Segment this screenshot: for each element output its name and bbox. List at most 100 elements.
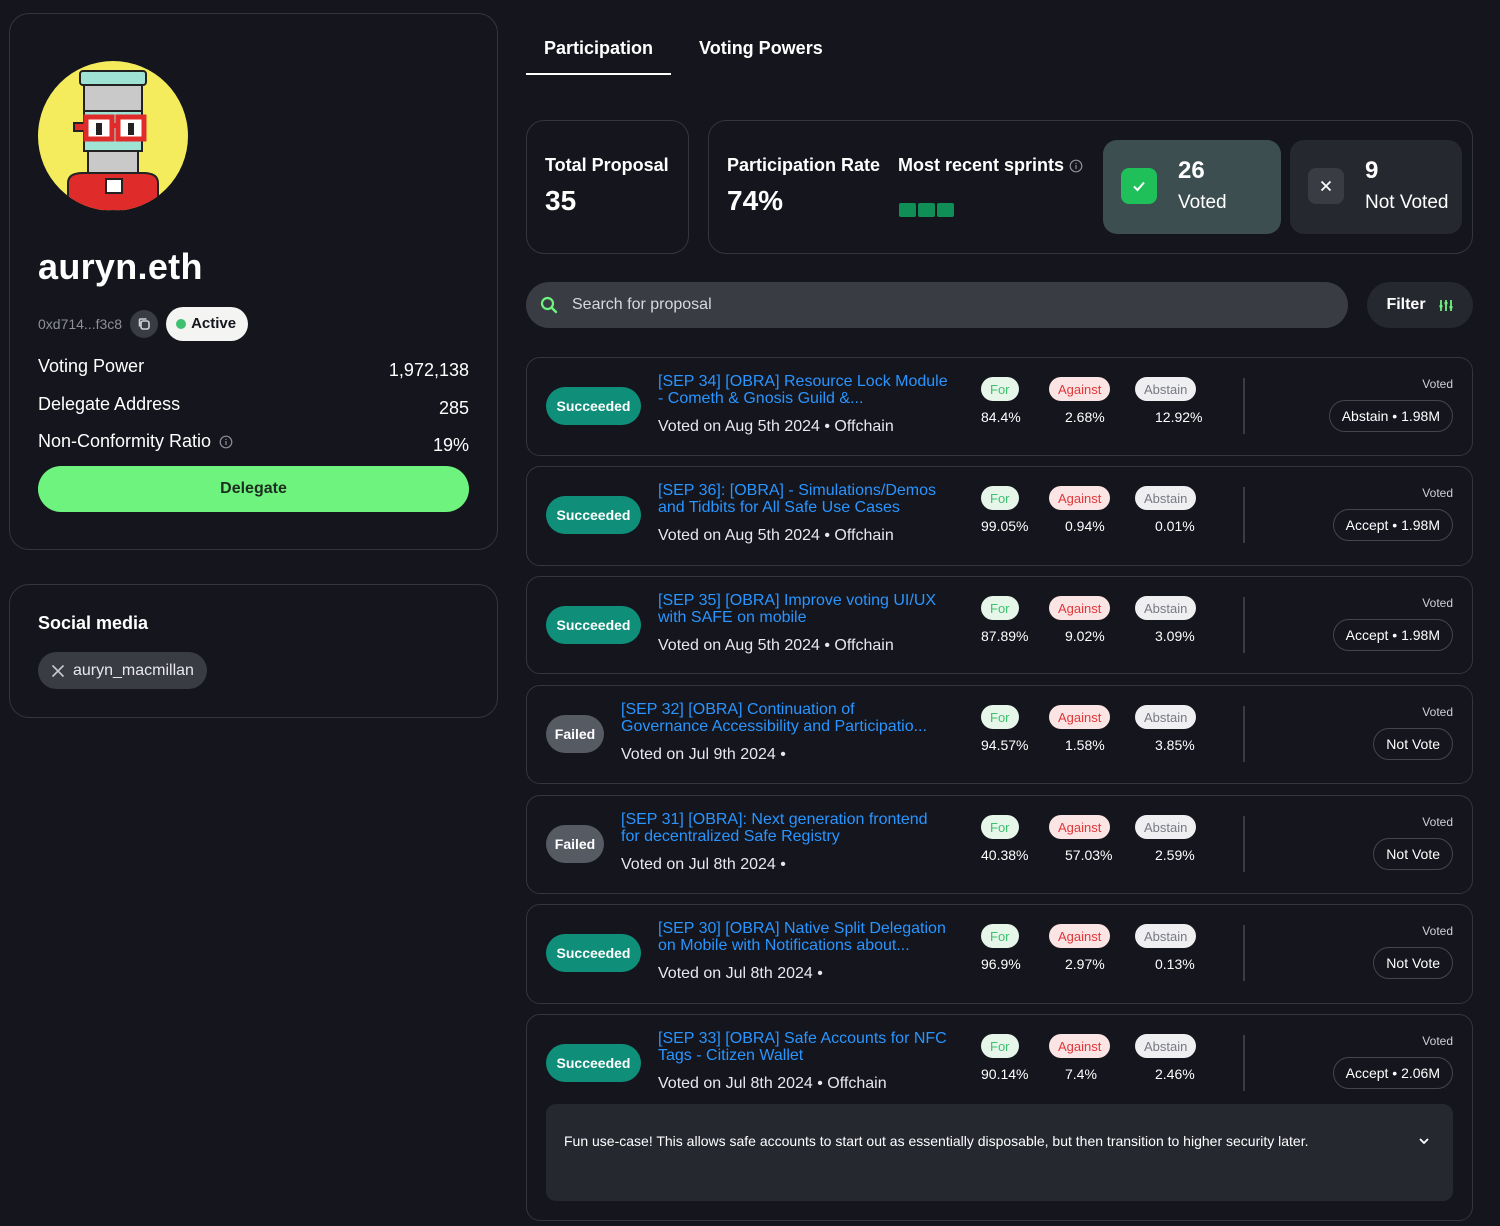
- abstain-label: Abstain: [1135, 924, 1197, 948]
- social-handle-chip[interactable]: auryn_macmillan: [38, 652, 207, 689]
- recent-sprints-bars: [899, 203, 954, 217]
- social-handle: auryn_macmillan: [73, 661, 194, 679]
- against-label: Against: [1049, 705, 1111, 729]
- proposal-status-badge: Succeeded: [546, 387, 641, 425]
- status-badge: Active: [166, 307, 249, 341]
- for-percent: 99.05%: [981, 518, 1029, 534]
- proposal-row[interactable]: Succeeded [SEP 33] [OBRA] Safe Accounts f…: [526, 1014, 1473, 1221]
- participation-rate-value: 74%: [727, 185, 784, 216]
- row-divider: [1243, 487, 1245, 543]
- delegate-button[interactable]: Delegate: [38, 466, 469, 512]
- wallet-address: 0xd714...f3c8: [38, 316, 123, 332]
- search-icon: [540, 296, 558, 314]
- info-icon[interactable]: [219, 435, 233, 449]
- against-percent: 9.02%: [1065, 628, 1105, 644]
- proposal-row[interactable]: Failed [SEP 31] [OBRA]: Next generation f…: [526, 795, 1473, 894]
- sprint-bar: [899, 203, 916, 217]
- proposal-meta: Voted on Aug 5th 2024 • Offchain: [658, 637, 894, 654]
- voted-caption: Voted: [1422, 486, 1453, 500]
- voted-count: 26: [1178, 157, 1205, 184]
- for-percent: 84.4%: [981, 409, 1021, 425]
- info-icon[interactable]: [1069, 159, 1083, 173]
- for-percent: 87.89%: [981, 628, 1029, 644]
- proposal-meta: Voted on Jul 8th 2024 • Offchain: [658, 1075, 887, 1092]
- proposal-title-link[interactable]: [SEP 31] [OBRA]: Next generation fronten…: [621, 811, 928, 845]
- not-voted-label: Not Voted: [1365, 192, 1449, 213]
- against-label: Against: [1049, 377, 1111, 401]
- row-divider: [1243, 597, 1245, 653]
- vote-choice-chip: Abstain • 1.98M: [1328, 400, 1453, 432]
- proposal-status-badge: Succeeded: [546, 1044, 641, 1082]
- proposal-row[interactable]: Succeeded [SEP 30] [OBRA] Native Split De…: [526, 904, 1473, 1004]
- against-label: Against: [1049, 924, 1111, 948]
- for-label: For: [981, 924, 1019, 948]
- voted-caption: Voted: [1422, 815, 1453, 829]
- total-proposal-label: Total Proposal: [545, 155, 669, 175]
- vote-comment: Fun use-case! This allows safe accounts …: [546, 1104, 1453, 1201]
- voted-caption: Voted: [1422, 596, 1453, 610]
- search-input[interactable]: [572, 296, 1272, 314]
- row-divider: [1243, 378, 1245, 434]
- participation-rate-label: Participation Rate: [727, 155, 881, 175]
- proposal-meta: Voted on Jul 8th 2024 •: [658, 965, 823, 982]
- proposal-row[interactable]: Failed [SEP 32] [OBRA] Continuation of Go…: [526, 685, 1473, 784]
- proposal-title-link[interactable]: [SEP 36]: [OBRA] - Simulations/Demos and…: [658, 482, 936, 516]
- not-voted-x-icon: [1308, 168, 1344, 204]
- stat-value: 19%: [432, 435, 469, 455]
- vote-choice-chip: Accept • 2.06M: [1332, 1057, 1453, 1089]
- x-logo-icon: [51, 664, 65, 677]
- proposal-title-link[interactable]: [SEP 34] [OBRA] Resource Lock Module - C…: [658, 373, 948, 407]
- row-divider: [1243, 925, 1245, 981]
- abstain-percent: 2.59%: [1155, 847, 1195, 863]
- voted-caption: Voted: [1422, 705, 1453, 719]
- proposal-row[interactable]: Succeeded [SEP 34] [OBRA] Resource Lock M…: [526, 357, 1473, 456]
- abstain-percent: 0.01%: [1155, 518, 1195, 534]
- against-percent: 57.03%: [1065, 847, 1113, 863]
- avatar: [38, 61, 188, 211]
- copy-icon: [138, 318, 150, 330]
- vote-choice-chip: Not Vote: [1373, 947, 1453, 979]
- proposal-title-link[interactable]: [SEP 35] [OBRA] Improve voting UI/UX wit…: [658, 592, 936, 626]
- chevron-down-icon[interactable]: [1417, 1134, 1431, 1148]
- proposal-row[interactable]: Succeeded [SEP 36]: [OBRA] - Simulations/…: [526, 466, 1473, 566]
- voted-caption: Voted: [1422, 377, 1453, 391]
- stat-label: Delegate Address: [38, 394, 181, 414]
- abstain-percent: 0.13%: [1155, 956, 1195, 972]
- copy-address-button[interactable]: [130, 310, 159, 338]
- proposal-row[interactable]: Succeeded [SEP 35] [OBRA] Improve voting …: [526, 576, 1473, 674]
- proposal-status-badge: Succeeded: [546, 496, 641, 534]
- search-bar: [526, 282, 1348, 328]
- voted-caption: Voted: [1422, 1034, 1453, 1048]
- proposal-title-link[interactable]: [SEP 32] [OBRA] Continuation of Governan…: [621, 701, 927, 735]
- against-percent: 2.68%: [1065, 409, 1105, 425]
- vote-comment-text: Fun use-case! This allows safe accounts …: [564, 1133, 1309, 1149]
- not-voted-summary: 9 Not Voted: [1290, 140, 1462, 234]
- against-percent: 2.97%: [1065, 956, 1105, 972]
- against-label: Against: [1049, 596, 1111, 620]
- filter-sliders-icon: [1439, 300, 1453, 311]
- voted-label: Voted: [1178, 192, 1227, 213]
- vote-choice-chip: Not Vote: [1373, 838, 1453, 870]
- abstain-percent: 2.46%: [1155, 1066, 1195, 1082]
- abstain-label: Abstain: [1135, 1034, 1197, 1058]
- address-row: 0xd714...f3c8 Active: [38, 307, 249, 341]
- against-label: Against: [1049, 486, 1111, 510]
- stat-value: 285: [438, 398, 469, 418]
- for-label: For: [981, 596, 1019, 620]
- against-percent: 1.58%: [1065, 737, 1105, 753]
- social-media-title: Social media: [38, 613, 149, 633]
- recent-sprints-label: Most recent sprints: [898, 155, 1065, 175]
- filter-button[interactable]: Filter: [1367, 282, 1473, 328]
- abstain-label: Abstain: [1135, 596, 1197, 620]
- for-percent: 96.9%: [981, 956, 1021, 972]
- stat-label-wrap: Non-Conformity Ratio: [38, 431, 233, 452]
- tab-voting-powers[interactable]: Voting Powers: [681, 28, 841, 75]
- against-percent: 7.4%: [1065, 1066, 1097, 1082]
- tab-participation[interactable]: Participation: [526, 28, 672, 75]
- proposal-meta: Voted on Aug 5th 2024 • Offchain: [658, 527, 894, 544]
- proposal-title-link[interactable]: [SEP 33] [OBRA] Safe Accounts for NFC Ta…: [658, 1030, 947, 1064]
- recent-sprints-label-wrap: Most recent sprints: [898, 155, 1083, 176]
- abstain-label: Abstain: [1135, 377, 1197, 401]
- tab-bar: Participation Voting Powers: [526, 28, 841, 75]
- proposal-title-link[interactable]: [SEP 30] [OBRA] Native Split Delegation …: [658, 920, 946, 954]
